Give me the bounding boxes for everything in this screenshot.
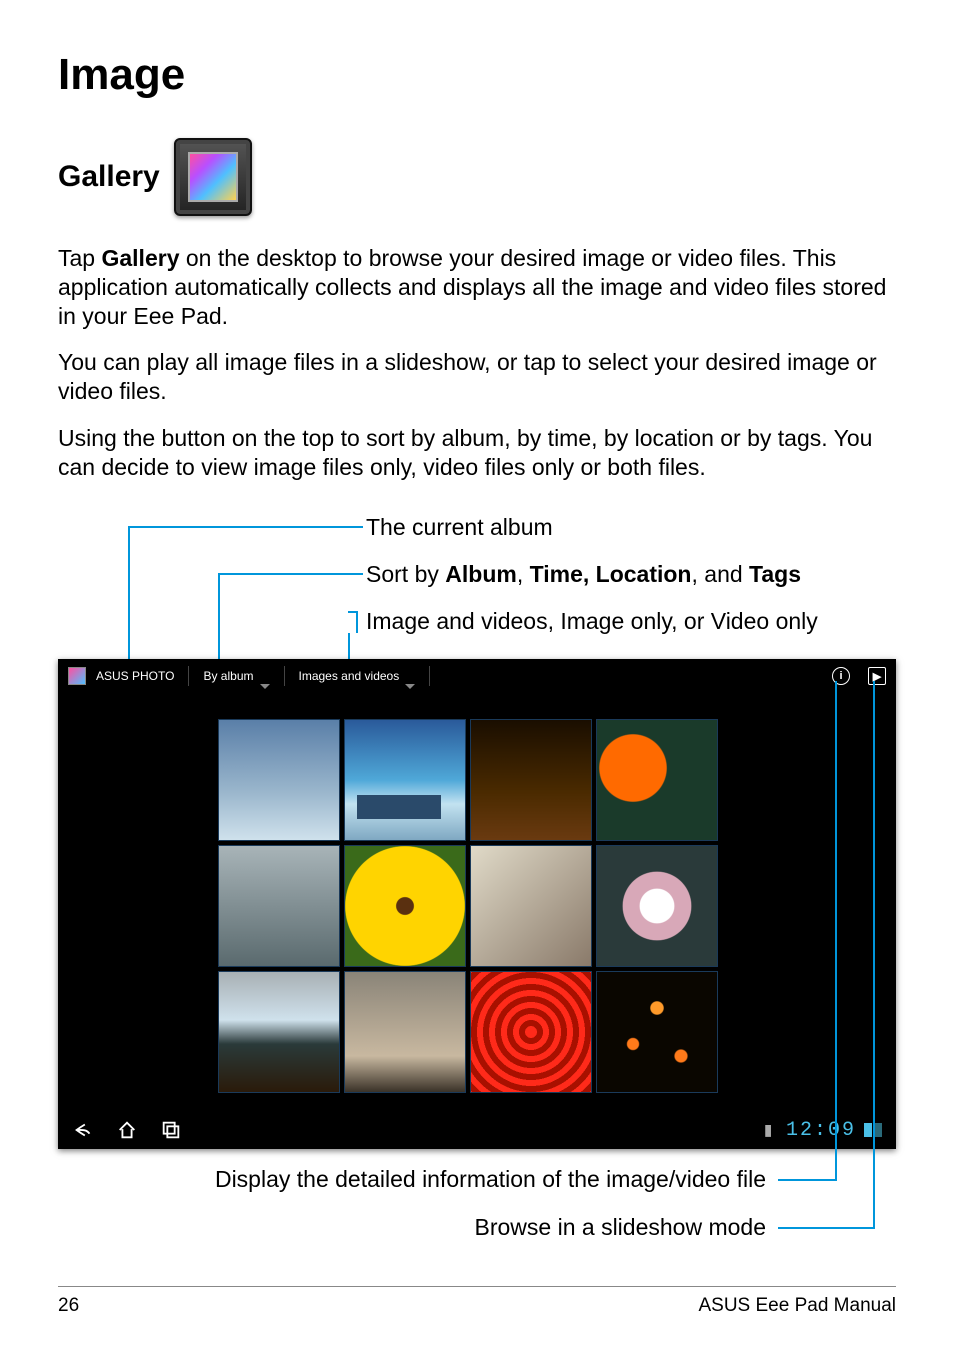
photo-thumbnail[interactable] xyxy=(344,971,466,1093)
wifi-icon xyxy=(864,1123,872,1137)
page-number: 26 xyxy=(58,1295,79,1317)
divider xyxy=(284,666,285,686)
section-heading: Gallery xyxy=(58,160,160,194)
text: , and xyxy=(692,561,750,587)
leader-line xyxy=(218,573,363,575)
gallery-icon-art xyxy=(188,152,238,202)
photo-thumbnail[interactable] xyxy=(344,719,466,841)
callout-detail-info: Display the detailed information of the … xyxy=(215,1166,766,1194)
tablet-action-bar: ASUS PHOTO By album Images and videos i … xyxy=(58,659,896,693)
text: Tags xyxy=(749,561,801,587)
gallery-app-icon xyxy=(174,138,252,216)
text: Sort by xyxy=(366,561,445,587)
home-icon[interactable] xyxy=(116,1119,138,1141)
photo-thumbnail[interactable] xyxy=(596,971,718,1093)
callout-filter: Image and videos, Image only, or Video o… xyxy=(366,608,818,636)
leader-line xyxy=(128,526,130,666)
leader-line xyxy=(835,681,837,1179)
leader-bracket xyxy=(348,611,358,633)
photo-thumbnail[interactable] xyxy=(470,845,592,967)
manual-title: ASUS Eee Pad Manual xyxy=(698,1295,896,1317)
photo-thumbnail[interactable] xyxy=(470,971,592,1093)
chevron-down-icon xyxy=(260,684,270,689)
intro-paragraph-2: You can play all image files in a slides… xyxy=(58,348,896,406)
tablet-screenshot: ASUS PHOTO By album Images and videos i … xyxy=(58,659,896,1149)
photo-thumbnail[interactable] xyxy=(218,971,340,1093)
text: , xyxy=(517,561,530,587)
battery-icon xyxy=(874,1123,882,1137)
leader-line xyxy=(873,681,875,1227)
chevron-down-icon xyxy=(405,684,415,689)
recent-apps-icon[interactable] xyxy=(160,1119,182,1141)
gallery-heading-row: Gallery xyxy=(58,138,896,216)
slideshow-button[interactable]: ▶ xyxy=(868,667,886,685)
divider xyxy=(188,666,189,686)
clock-time: 12:09 xyxy=(786,1119,856,1142)
page-footer: 26 ASUS Eee Pad Manual xyxy=(58,1286,896,1317)
text: Time, Location xyxy=(530,561,692,587)
filter-dropdown[interactable]: Images and videos xyxy=(299,669,400,683)
sort-dropdown[interactable]: By album xyxy=(203,669,253,683)
photo-thumbnail[interactable] xyxy=(218,845,340,967)
callout-sort: Sort by Album, Time, Location, and Tags xyxy=(366,561,801,589)
leader-line xyxy=(218,573,220,666)
page-title: Image xyxy=(58,50,896,100)
tablet-nav-bar: ▮ 12:09 xyxy=(58,1111,896,1149)
leader-line xyxy=(128,526,363,528)
callout-slideshow: Browse in a slideshow mode xyxy=(475,1214,766,1242)
app-name-label: ASUS PHOTO xyxy=(96,669,174,683)
callout-current-album: The current album xyxy=(366,514,553,542)
leader-line xyxy=(778,1227,875,1229)
back-icon[interactable] xyxy=(72,1119,94,1141)
photo-thumbnail[interactable] xyxy=(470,719,592,841)
text: Tap xyxy=(58,245,101,271)
photo-thumbnail[interactable] xyxy=(596,719,718,841)
leader-line xyxy=(778,1179,837,1181)
bold-gallery: Gallery xyxy=(101,245,179,271)
text: on the desktop to browse your desired im… xyxy=(58,245,886,329)
gallery-mini-icon xyxy=(68,667,86,685)
photo-thumbnail[interactable] xyxy=(596,845,718,967)
intro-paragraph-1: Tap Gallery on the desktop to browse you… xyxy=(58,244,896,330)
photo-grid xyxy=(218,719,718,1093)
photo-thumbnail[interactable] xyxy=(344,845,466,967)
photo-thumbnail[interactable] xyxy=(218,719,340,841)
text: Album xyxy=(445,561,517,587)
sd-card-icon: ▮ xyxy=(762,1117,776,1143)
intro-paragraph-3: Using the button on the top to sort by a… xyxy=(58,424,896,482)
annotated-screenshot: The current album Sort by Album, Time, L… xyxy=(58,511,896,1271)
status-area[interactable]: ▮ 12:09 xyxy=(762,1117,882,1143)
divider xyxy=(429,666,430,686)
